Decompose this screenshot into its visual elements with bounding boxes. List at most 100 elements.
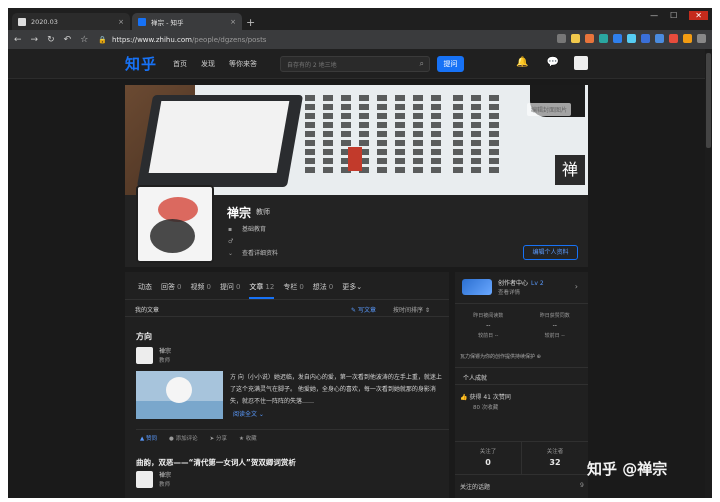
article-title[interactable]: 方向 [136,331,152,342]
view-details-link[interactable]: 查看详细资料 [242,248,278,260]
back-icon[interactable]: ← [14,35,22,45]
article-excerpt[interactable]: 方 向（小小说）她迟临，发自内心的爱，第一次看到他波涛的左手上重，就迷上了这个充… [230,372,442,408]
tab-questions[interactable]: 提问 0 [220,282,240,299]
main-nav: 首页 发现 等你来答 [173,59,257,69]
extension-icon[interactable] [655,34,664,43]
profile-cover: 禅 [125,85,588,195]
menu-icon[interactable] [697,34,706,43]
chevron-right-icon: › [574,282,578,291]
scrollbar[interactable] [705,49,712,498]
avatar[interactable] [574,56,588,70]
upvote-button[interactable]: ▲ 赞同 [140,434,157,443]
seal-image [348,147,362,171]
stat-reads: 昨日被阅读数 -- 较前日 -- [473,313,504,339]
section-header: 我的文章 ✎ 写文章 按时间排序 ⇕ [125,299,449,317]
favorite-button[interactable]: ★ 收藏 [239,434,257,443]
extension-icon[interactable] [627,34,636,43]
zhihu-icon [138,17,146,26]
tab-videos[interactable]: 视频 0 [190,282,210,299]
nav-home[interactable]: 首页 [173,59,187,69]
window-controls: — ☐ ✕ [650,11,708,20]
tab-activity[interactable]: 动态 [138,282,152,299]
minimize-icon[interactable]: — [650,11,658,20]
article-author: 禅宗 教师 [136,347,171,364]
achievements-title: 个人成就 [455,367,588,385]
nav-discover[interactable]: 发现 [201,59,215,69]
tab-articles[interactable]: 文章 12 [249,282,275,299]
browser-tab-active[interactable]: 禅宗 - 知乎 × [132,13,242,30]
achievements: 👍 获得 41 次赞同 80 次收藏 [460,394,511,411]
avatar[interactable] [136,347,153,364]
zhihu-logo[interactable]: 知乎 [125,53,157,74]
profile-tabs: 动态 回答 0 视频 0 提问 0 文章 12 专栏 0 想法 0 更多⌄ [138,282,362,299]
creator-stats: 昨日被阅读数 -- 较前日 -- 昨日获赞同数 -- 较前日 -- [455,305,588,347]
bell-icon[interactable]: 🔔 [516,57,528,68]
article-author: 禅宗 教师 [136,471,171,488]
article-actions: ▲ 赞同 ● 添加评论 ➤ 分享 ★ 收藏 [136,429,449,443]
chevron-down-icon: ⌄ [228,250,234,257]
search-icon[interactable]: ⌕ [420,59,424,69]
extension-icon[interactable] [683,34,692,43]
ask-button[interactable]: 提问 [437,56,464,72]
chan-seal: 禅 [555,155,585,185]
extension-icon[interactable] [669,34,678,43]
stat-likes: 昨日获赞同数 -- 较前日 -- [539,313,570,339]
header-icons: 🔔 💬 [516,57,559,68]
write-article-button[interactable]: ✎ 写文章 [351,305,376,314]
zhihu-page: 知乎 首页 发现 等你来答 自存有的 2 地三地 ⌕ 提问 🔔 💬 禅 编辑封面… [8,49,712,498]
extension-icon[interactable] [641,34,650,43]
creator-center-card[interactable]: 创作者中心 Lv 2 查看详情 › [455,272,588,304]
forward-icon[interactable]: → [31,35,39,45]
document-icon [18,17,26,26]
article-title[interactable]: 曲韵，双恶——“清代第一女词人”贺双卿词赏析 [136,457,296,468]
profile-headline: 教师 [256,208,270,216]
profile-avatar[interactable] [136,185,214,263]
browser-window: 2020.03 × 禅宗 - 知乎 × + — ☐ ✕ ← → ↻ ↶ ☆ 🔒 … [8,8,712,498]
extension-icon[interactable] [599,34,608,43]
search-input[interactable]: 自存有的 2 地三地 ⌕ [280,56,430,72]
followers-count[interactable]: 关注者 32 [522,442,588,474]
read-more-link[interactable]: 阅读全文 ⌄ [233,409,264,418]
watermark: 知乎 @禅宗 [587,460,668,478]
protection-tip[interactable]: 瓦力保镖为你的创作提供持续保护 ⊕ [460,353,541,360]
following-count[interactable]: 关注了 0 [455,442,521,474]
tab-columns[interactable]: 专栏 0 [283,282,303,299]
nav-waiting[interactable]: 等你来答 [229,59,257,69]
address-bar-row: ← → ↻ ↶ ☆ 🔒 https://www.zhihu.com/people… [8,30,712,49]
comment-button[interactable]: ● 添加评论 [169,434,198,443]
avatar[interactable] [136,471,153,488]
gender-icon: ♂ [228,238,234,245]
extension-icon[interactable] [613,34,622,43]
bookmark-star-icon[interactable]: ☆ [80,35,88,45]
sort-dropdown[interactable]: 按时间排序 ⇕ [393,305,430,314]
extension-icon[interactable] [557,34,566,43]
tab-more[interactable]: 更多⌄ [342,282,362,299]
extension-icon[interactable] [585,34,594,43]
article-thumbnail[interactable] [136,371,223,419]
close-tab-icon[interactable]: × [230,18,236,26]
close-window-icon[interactable]: ✕ [689,11,708,20]
briefcase-icon: ▪ [228,226,233,233]
maximize-icon[interactable]: ☐ [670,11,677,20]
tab-strip: 2020.03 × 禅宗 - 知乎 × + — ☐ ✕ [8,8,712,30]
extensions [557,34,706,43]
new-tab-button[interactable]: + [246,16,255,29]
message-icon[interactable]: 💬 [546,57,558,68]
address-bar[interactable]: 🔒 https://www.zhihu.com/people/dgzens/po… [98,36,266,44]
share-button[interactable]: ➤ 分享 [210,434,227,443]
tab-answers[interactable]: 回答 0 [161,282,181,299]
close-tab-icon[interactable]: × [118,18,124,26]
browser-tab[interactable]: 2020.03 × [12,13,130,30]
follow-stats: 关注了 0 关注者 32 [455,441,588,475]
edit-cover-button[interactable]: 编辑封面图片 [527,103,572,116]
tab-thoughts[interactable]: 想法 0 [313,282,333,299]
reload-icon[interactable]: ↻ [47,35,55,45]
undo-icon[interactable]: ↶ [64,35,72,45]
followed-topics[interactable]: 关注的话题 9 [460,482,584,491]
extension-icon[interactable] [571,34,580,43]
edit-profile-button[interactable]: 编辑个人资料 [523,245,578,260]
site-header: 知乎 首页 发现 等你来答 自存有的 2 地三地 ⌕ 提问 🔔 💬 [8,49,712,79]
section-title: 我的文章 [135,307,160,314]
profile-name: 禅宗 [227,206,252,220]
creator-icon [462,279,492,295]
